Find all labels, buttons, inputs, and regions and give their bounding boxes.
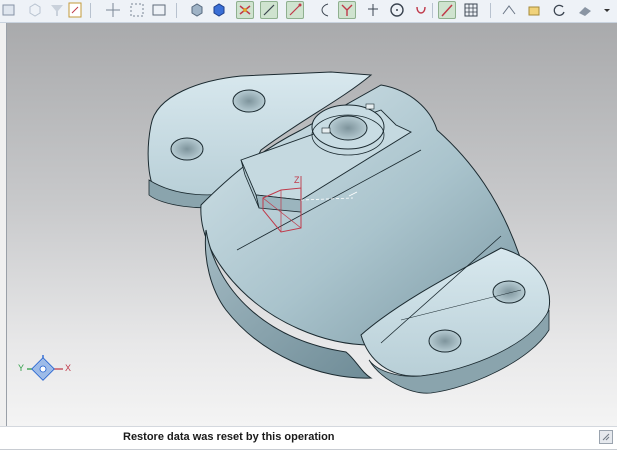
move-icon[interactable] bbox=[104, 1, 122, 19]
filter-funnel-icon[interactable] bbox=[48, 1, 66, 19]
curve-tool-icon[interactable] bbox=[316, 1, 334, 19]
pipe-clamp-model[interactable] bbox=[147, 71, 551, 394]
line-tool-icon[interactable] bbox=[260, 1, 278, 19]
sketch-z-label: Z bbox=[294, 175, 300, 185]
grid-icon[interactable] bbox=[462, 1, 480, 19]
box-outline-icon[interactable] bbox=[26, 1, 44, 19]
measure-icon[interactable] bbox=[500, 1, 518, 19]
main-toolbar bbox=[0, 0, 617, 23]
shaded-box-icon[interactable] bbox=[188, 1, 206, 19]
snap-icon[interactable] bbox=[412, 1, 430, 19]
arc-tool-icon[interactable] bbox=[286, 1, 304, 19]
solid-blue-box-icon[interactable] bbox=[210, 1, 228, 19]
status-divider bbox=[0, 449, 617, 450]
rotate-view-icon[interactable] bbox=[550, 1, 568, 19]
frame-select-icon[interactable] bbox=[128, 1, 146, 19]
graphics-viewport[interactable]: Z X Y bbox=[6, 23, 617, 426]
active-line-tool-icon[interactable] bbox=[438, 1, 456, 19]
status-message: Restore data was reset by this operation bbox=[123, 431, 335, 443]
status-bar: Restore data was reset by this operation bbox=[0, 426, 617, 458]
window-select-icon[interactable] bbox=[150, 1, 168, 19]
triad-y-label: Y bbox=[18, 363, 24, 373]
model-canvas[interactable]: Z X Y bbox=[7, 23, 617, 426]
constraint-icon[interactable] bbox=[338, 1, 356, 19]
highlight-icon[interactable] bbox=[526, 1, 544, 19]
view-cube-icon[interactable] bbox=[0, 1, 18, 19]
status-grip-icon[interactable] bbox=[599, 430, 613, 444]
view-triad[interactable]: X Y bbox=[18, 355, 71, 381]
filter-icon[interactable] bbox=[576, 1, 594, 19]
sketch-page-icon[interactable] bbox=[66, 1, 84, 19]
point-tool-icon[interactable] bbox=[364, 1, 382, 19]
triad-x-label: X bbox=[65, 363, 71, 373]
circle-tool-icon[interactable] bbox=[388, 1, 406, 19]
display-mode-icon[interactable] bbox=[236, 1, 254, 19]
toolbar-dropdown-icon[interactable] bbox=[598, 1, 612, 19]
